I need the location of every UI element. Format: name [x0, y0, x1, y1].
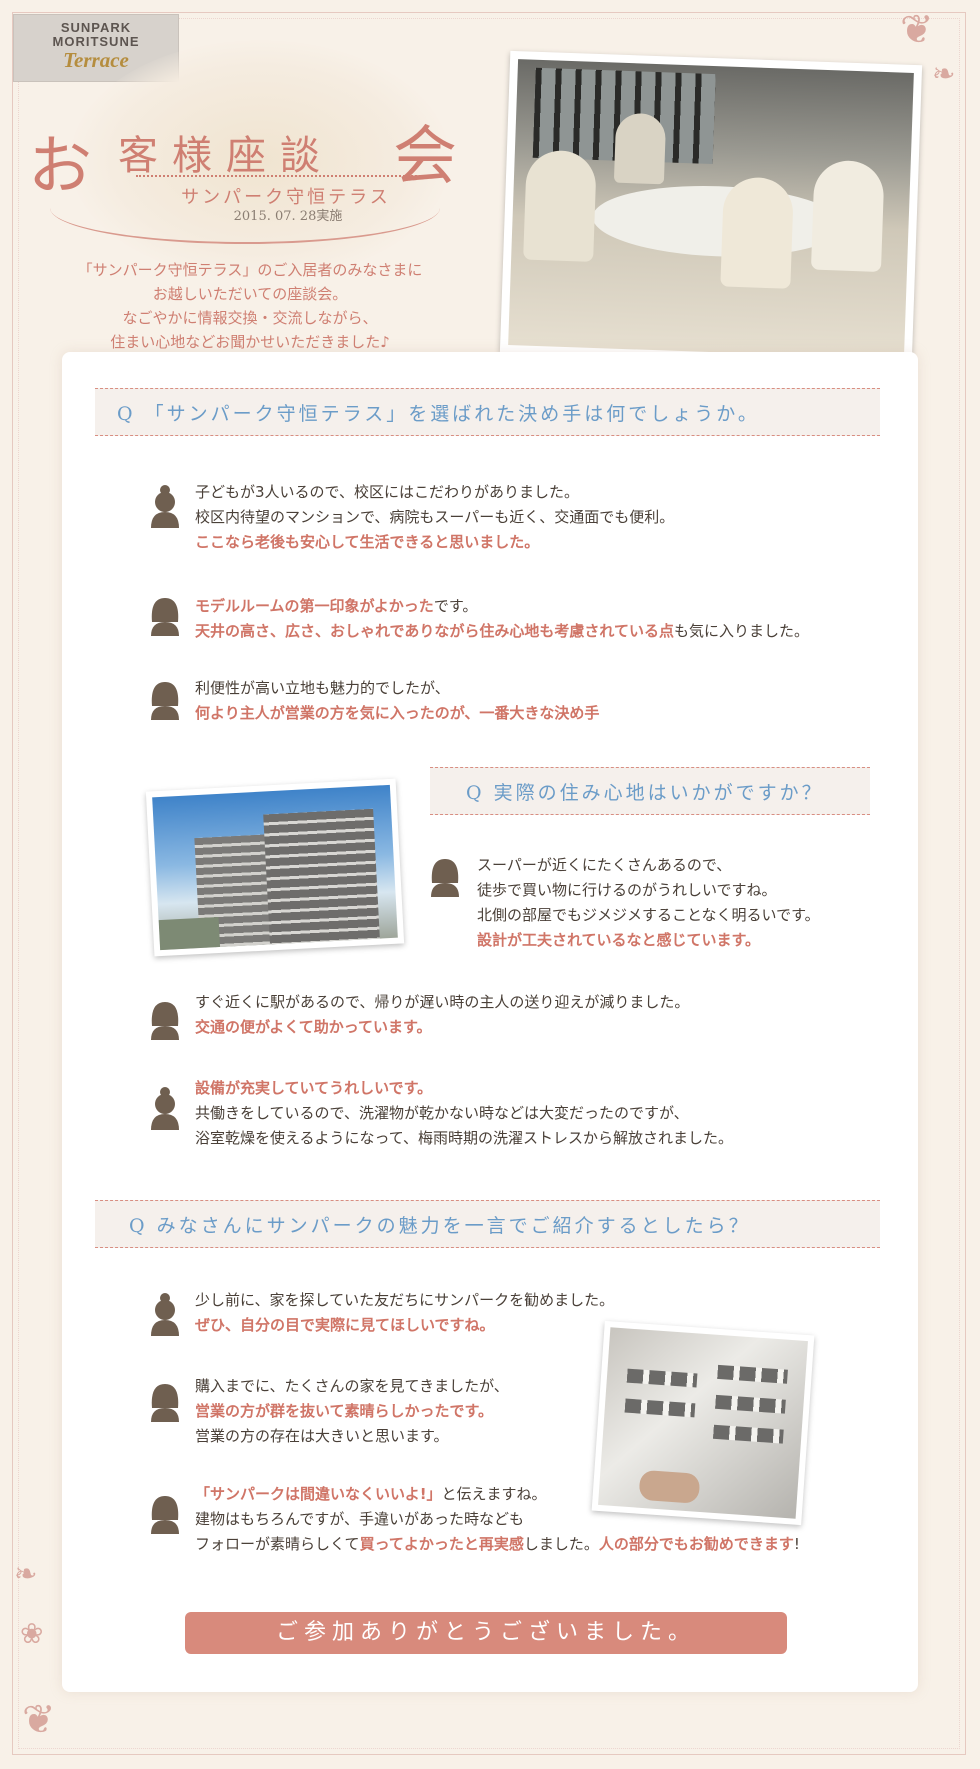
answer-3-3: 「サンパークは間違いなくいいよ!」と伝えますね。 建物はもちろんですが、手違いが…	[195, 1485, 800, 1553]
answer-3-1: 少し前に、家を探していた友だちにサンパークを勧めました。 ぜひ、自分の目で実際に…	[195, 1291, 615, 1334]
question-1: Q 「サンパーク守恒テラス」を選ばれた決め手は何でしょうか。	[95, 388, 880, 436]
thanks-banner: ご参加ありがとうございました。	[185, 1612, 787, 1654]
woman-avatar-icon	[431, 859, 459, 897]
answer-2-3: 設備が充実していてうれしいです。 共働きをしているので、洗濯物が乾かない時などは…	[195, 1079, 734, 1147]
intro-text: 「サンパーク守恒テラス」のご入居者のみなさまに お越しいただいての座談会。 なご…	[77, 261, 423, 351]
question-3: Q みなさんにサンパークの魅力を一言でご紹介するとしたら？	[95, 1200, 880, 1248]
logo-line1: SUNPARK	[60, 20, 132, 35]
building-photo	[145, 778, 405, 957]
woman-avatar-icon	[151, 598, 179, 636]
woman-bun-avatar-icon	[151, 1087, 179, 1130]
vine-ornament-icon: ❧	[14, 1557, 38, 1590]
woman-bun-avatar-icon	[151, 485, 179, 528]
answer-2-1: スーパーが近くにたくさんあるので、 徒歩で買い物に行けるのがうれしいですね。 北…	[477, 856, 820, 949]
corner-ornament-icon: ❦	[22, 1697, 56, 1743]
answer-2-2: すぐ近くに駅があるので、帰りが遅い時の主人の送り迎えが減りました。 交通の便がよ…	[195, 993, 690, 1036]
woman-avatar-icon	[151, 1384, 179, 1422]
answer-1-1: 子どもが3人いるので、校区にはこだわりがありました。 校区内待望のマンションで、…	[195, 483, 675, 551]
answer-1-2: モデルルームの第一印象がよかったです。 天井の高さ、広さ、おしゃれでありながら住…	[195, 597, 809, 640]
woman-bun-avatar-icon	[151, 1293, 179, 1336]
woman-avatar-icon	[151, 1002, 179, 1040]
woman-avatar-icon	[151, 682, 179, 720]
vine-ornament-icon: ❧	[932, 57, 956, 90]
vine-ornament-icon: ❀	[20, 1617, 44, 1650]
page: ❦ ❦ ❧ ❀ ❧ SUNPARK MORITSUNE Terrace お 客様…	[0, 0, 980, 1769]
answer-1-3: 利便性が高い立地も魅力的でしたが、 何より主人が営業の方を気に入ったのが、一番大…	[195, 679, 600, 722]
question-2: Q 実際の住み心地はいかがですか？	[430, 767, 870, 815]
logo-line2: MORITSUNE	[52, 34, 140, 49]
woman-avatar-icon	[151, 1496, 179, 1534]
answer-3-2: 購入までに、たくさんの家を見てきましたが、 営業の方が群を抜いて素晴らしかったで…	[195, 1377, 509, 1445]
corner-ornament-icon: ❦	[900, 7, 934, 53]
discussion-photo	[499, 50, 923, 368]
title-arc-decoration	[50, 172, 440, 244]
